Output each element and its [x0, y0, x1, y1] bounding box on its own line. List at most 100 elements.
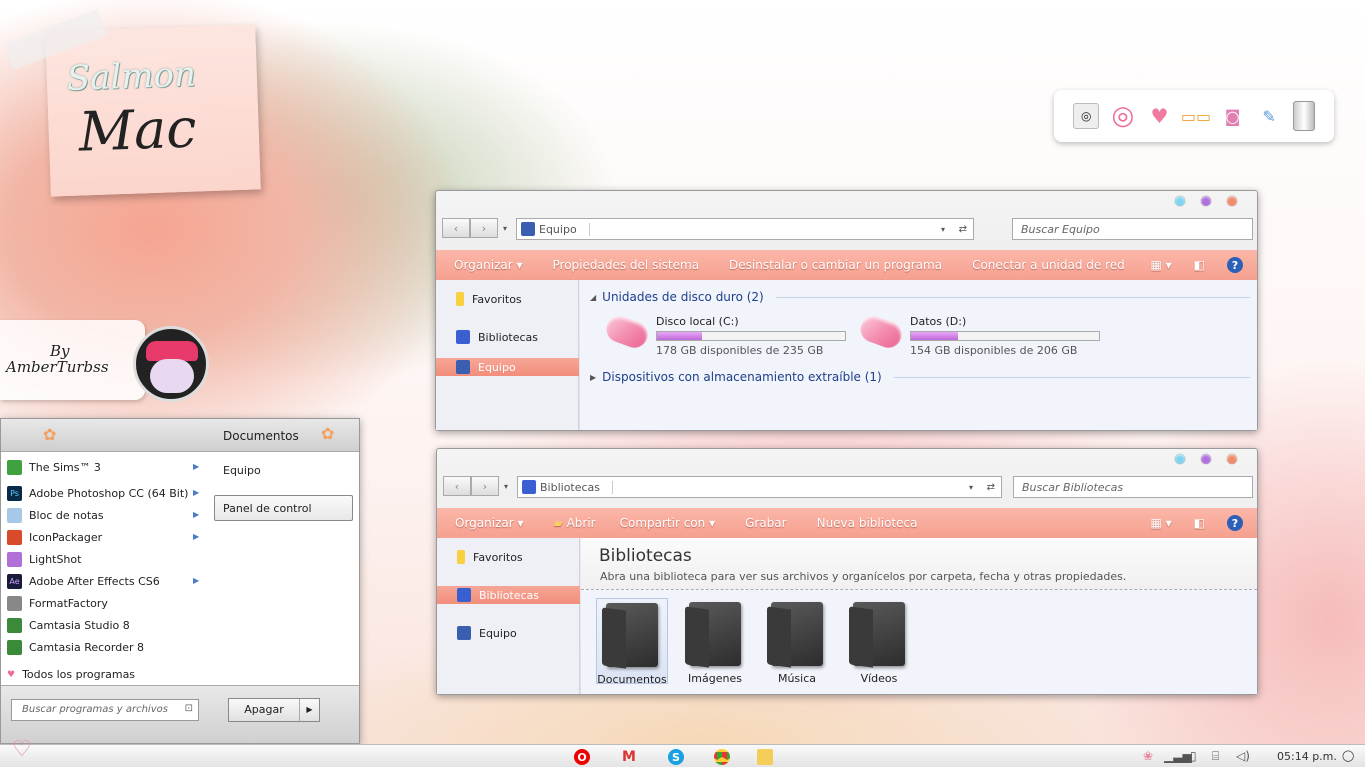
program-iconpackager[interactable]: IconPackager [7, 530, 102, 545]
share-with-button[interactable]: Compartir con ▾ [620, 516, 715, 530]
drive-icon [856, 312, 906, 352]
system-properties-button[interactable]: Propiedades del sistema [553, 258, 700, 272]
sidebar-item-favoritos[interactable]: Favoritos [457, 550, 523, 564]
close-button[interactable] [1227, 454, 1237, 464]
forward-button[interactable]: › [470, 218, 498, 238]
show-desktop-icon[interactable]: ◯ [1342, 749, 1354, 762]
all-programs-button[interactable]: ♥ Todos los programas [7, 668, 135, 681]
back-button[interactable]: ‹ [443, 476, 471, 496]
address-bar[interactable]: Equipo ▾ ⇄ [516, 218, 974, 240]
glasses-icon[interactable]: ▭▭ [1181, 103, 1211, 129]
camera-icon[interactable]: ◙ [1220, 103, 1246, 129]
trash-icon[interactable] [1292, 101, 1315, 131]
library-folder-videos[interactable]: Vídeos [843, 598, 915, 685]
program-after-effects[interactable]: Ae Adobe After Effects CS6 [7, 574, 160, 589]
lifebuoy-icon[interactable]: ◎ [1110, 101, 1136, 131]
burn-button[interactable]: Grabar [745, 516, 787, 530]
sidebar-label: Favoritos [472, 292, 522, 306]
view-options-icon[interactable]: ▦ ▾ [1150, 516, 1171, 530]
explorer-window-bibliotecas: ‹ › ▾ Bibliotecas ▾ ⇄ Buscar Bibliotecas… [436, 448, 1258, 695]
group-header-hard-drives[interactable]: ◢ Unidades de disco duro (2) [590, 290, 1250, 304]
submenu-arrow-icon[interactable]: ▶ [193, 576, 199, 585]
submenu-arrow-icon[interactable]: ▶ [193, 510, 199, 519]
refresh-icon[interactable]: ⇄ [987, 482, 995, 493]
heart-icon[interactable]: ♥ [1146, 103, 1172, 129]
library-folder-documentos[interactable]: Documentos [596, 598, 668, 686]
new-library-button[interactable]: Nueva biblioteca [817, 516, 918, 530]
clock[interactable]: 05:14 p.m. [1277, 750, 1337, 763]
library-folder-musica[interactable]: Música [761, 598, 833, 685]
sidebar-item-favoritos[interactable]: Favoritos [456, 292, 522, 306]
program-lightshot[interactable]: LightShot [7, 552, 81, 567]
program-photoshop[interactable]: Ps Adobe Photoshop CC (64 Bit) [7, 486, 188, 501]
map-network-drive-button[interactable]: Conectar a unidad de red [972, 258, 1125, 272]
pencil-icon[interactable]: ✎ [1256, 103, 1282, 129]
start-right-panel-de-control[interactable]: Panel de control [214, 495, 353, 521]
help-icon[interactable]: ? [1227, 515, 1243, 531]
sidebar-item-bibliotecas[interactable]: Bibliotecas [456, 330, 538, 344]
uninstall-program-button[interactable]: Desinstalar o cambiar un programa [729, 258, 942, 272]
trash-tray-icon[interactable]: ▯ [1190, 749, 1197, 763]
sidebar-item-equipo[interactable]: Equipo [457, 626, 517, 640]
breadcrumb[interactable]: Bibliotecas [540, 480, 614, 494]
view-options-icon[interactable]: ▦ ▾ [1150, 258, 1171, 272]
submenu-arrow-icon[interactable]: ▶ [193, 488, 199, 497]
taskbar: ♡ O M S ❀ ▁▃▅ ▯ ⌸ ◁) 05:14 p.m. ◯ [0, 737, 1365, 767]
nav-buttons: ‹ › ▾ [442, 218, 512, 238]
start-right-equipo[interactable]: Equipo [223, 464, 261, 477]
program-formatfactory[interactable]: FormatFactory [7, 596, 108, 611]
program-the-sims-3[interactable]: The Sims™ 3 [7, 460, 101, 475]
submenu-arrow-icon[interactable]: ▶ [193, 532, 199, 541]
shutdown-button[interactable]: Apagar [229, 699, 299, 721]
shutdown-options-button[interactable]: ▶ [299, 699, 319, 721]
submenu-arrow-icon[interactable]: ▶ [193, 462, 199, 471]
volume-icon[interactable]: ◁) [1236, 749, 1250, 763]
program-camtasia-recorder[interactable]: Camtasia Recorder 8 [7, 640, 144, 655]
open-button[interactable]: ▰ Abrir [554, 516, 596, 530]
skype-icon[interactable]: S [668, 749, 684, 765]
opera-icon[interactable]: O [574, 749, 590, 765]
address-bar[interactable]: Bibliotecas ▾ ⇄ [517, 476, 1002, 498]
search-input[interactable]: Buscar Bibliotecas [1013, 476, 1253, 498]
library-folder-imagenes[interactable]: Imágenes [679, 598, 751, 685]
drive-d[interactable]: Datos (D:) 154 GB disponibles de 206 GB [856, 312, 1100, 357]
help-icon[interactable]: ? [1227, 257, 1243, 273]
organize-button[interactable]: Organizar ▾ [454, 258, 523, 272]
file-explorer-icon[interactable] [757, 749, 773, 765]
network-signal-icon[interactable]: ▁▃▅ [1164, 749, 1192, 763]
program-notepad[interactable]: Bloc de notas [7, 508, 104, 523]
program-camtasia-studio[interactable]: Camtasia Studio 8 [7, 618, 130, 633]
recent-pages-dropdown[interactable]: ▾ [499, 482, 513, 491]
start-search-input[interactable]: Buscar programas y archivos ⊡ [11, 699, 199, 721]
search-input[interactable]: Buscar Equipo [1012, 218, 1253, 240]
flower-tray-icon[interactable]: ❀ [1143, 749, 1153, 763]
start-button[interactable]: ♡ [12, 737, 32, 762]
drive-icon [602, 312, 652, 352]
back-button[interactable]: ‹ [442, 218, 470, 238]
breadcrumb[interactable]: Equipo [539, 222, 590, 236]
maximize-button[interactable] [1201, 454, 1211, 464]
author-avatar [133, 326, 209, 402]
minimize-button[interactable] [1175, 196, 1185, 206]
preview-pane-icon[interactable]: ◧ [1194, 258, 1205, 272]
gmail-icon[interactable]: M [621, 749, 637, 765]
close-button[interactable] [1227, 196, 1237, 206]
forward-button[interactable]: › [471, 476, 499, 496]
refresh-icon[interactable]: ⇄ [959, 224, 967, 235]
navigation-pane: Favoritos Bibliotecas Equipo [436, 280, 579, 430]
sidebar-item-bibliotecas[interactable]: Bibliotecas [437, 586, 580, 604]
disc-icon[interactable]: ◎ [1073, 103, 1100, 129]
recent-pages-dropdown[interactable]: ▾ [498, 224, 512, 233]
chrome-icon[interactable] [714, 749, 730, 765]
usb-icon[interactable]: ⌸ [1212, 749, 1219, 764]
chevron-down-icon[interactable]: ▾ [941, 225, 945, 234]
group-header-removable[interactable]: ▶ Dispositivos con almacenamiento extraíb… [590, 370, 1250, 384]
preview-pane-icon[interactable]: ◧ [1194, 516, 1205, 530]
minimize-button[interactable] [1175, 454, 1185, 464]
chevron-down-icon[interactable]: ▾ [969, 483, 973, 492]
maximize-button[interactable] [1201, 196, 1211, 206]
drive-c[interactable]: Disco local (C:) 178 GB disponibles de 2… [602, 312, 846, 357]
note-title: Salmon [66, 54, 197, 99]
organize-button[interactable]: Organizar ▾ [455, 516, 524, 530]
sidebar-item-equipo[interactable]: Equipo [436, 358, 579, 376]
